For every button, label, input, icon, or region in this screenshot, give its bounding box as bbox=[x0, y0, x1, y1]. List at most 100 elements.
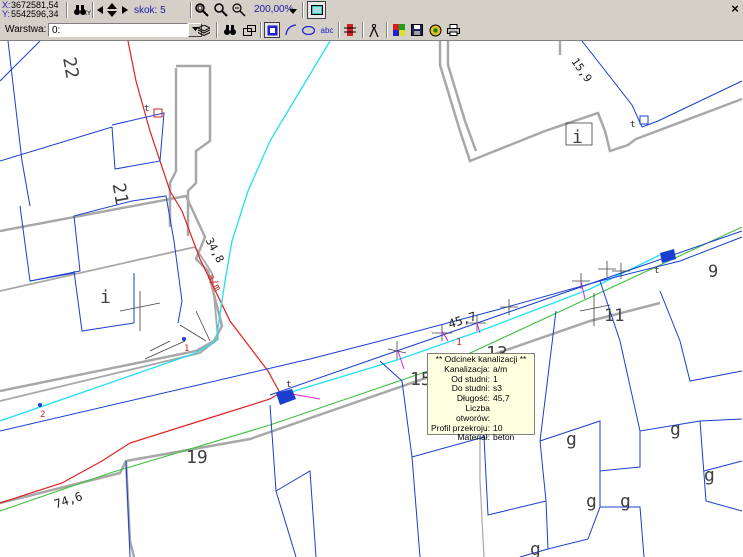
y-coord-label: Y: bbox=[2, 9, 11, 19]
well-tag-t4: t bbox=[654, 266, 659, 276]
sewer-segment-tooltip: ** Odcinek kanalizacji ** Kanalizacja: a/… bbox=[427, 353, 535, 442]
sewer-type-label: a/m bbox=[205, 272, 223, 293]
ellipse-tool-button[interactable] bbox=[300, 22, 316, 38]
water-line bbox=[0, 41, 331, 422]
map-canvas[interactable]: 22 21 19 15 13 11 9 i i 34,8 a/m 15,9 45… bbox=[0, 41, 743, 557]
measure-tool-button[interactable] bbox=[342, 22, 358, 38]
well-number-1: 1 bbox=[184, 344, 189, 354]
zoom-out-icon bbox=[232, 3, 246, 17]
tooltip-value: beton bbox=[493, 432, 515, 443]
separator bbox=[66, 2, 68, 18]
arrow-right-icon bbox=[122, 6, 128, 14]
map-view-button[interactable] bbox=[307, 1, 326, 19]
compass-tool-button[interactable] bbox=[366, 22, 382, 38]
step-right-button[interactable] bbox=[120, 2, 130, 18]
layer-select[interactable]: 0: bbox=[48, 23, 188, 37]
compass-icon bbox=[369, 23, 379, 37]
tooltip-row: Liczba otworów: bbox=[430, 402, 532, 424]
binoculars-icon bbox=[224, 25, 236, 35]
text-tool-button[interactable]: abc bbox=[318, 22, 336, 38]
measure-icon bbox=[344, 24, 356, 36]
layers-button[interactable] bbox=[196, 22, 212, 38]
sewer-line bbox=[0, 41, 281, 504]
y-coord-value: 5542596,34 bbox=[11, 9, 59, 19]
save-icon bbox=[411, 24, 423, 36]
garage-label-5: g bbox=[620, 491, 631, 512]
separator bbox=[216, 22, 218, 38]
garage-label-1: g bbox=[566, 429, 577, 450]
find-object-button[interactable] bbox=[222, 22, 238, 38]
xy-label: XY bbox=[83, 11, 92, 17]
separator bbox=[362, 22, 364, 38]
palette-icon bbox=[393, 24, 405, 36]
well-number-2: 2 bbox=[40, 410, 45, 420]
colors-button[interactable] bbox=[391, 22, 407, 38]
separator bbox=[302, 2, 304, 18]
arc-tool-button[interactable] bbox=[283, 22, 299, 38]
zoom-out-button[interactable] bbox=[231, 2, 247, 18]
arrow-left-icon bbox=[97, 6, 103, 14]
step-size-label[interactable]: skok: 5 bbox=[134, 2, 166, 18]
top-toolbar: X:3672581,54 Y:5542596,34 XY skok: 5 200… bbox=[0, 0, 743, 22]
zoom-in-icon bbox=[214, 3, 228, 17]
step-updown-button[interactable] bbox=[106, 2, 118, 18]
tooltip-value: 45,7 bbox=[493, 393, 510, 404]
layers-icon bbox=[198, 24, 210, 36]
parcel-boundaries bbox=[0, 41, 743, 557]
close-button[interactable]: × bbox=[729, 2, 741, 16]
zoom-in-button[interactable] bbox=[213, 2, 229, 18]
manholes bbox=[38, 108, 676, 407]
coordinates-readout: X:3672581,54 Y:5542596,34 bbox=[2, 1, 66, 19]
zoom-window-button[interactable] bbox=[194, 2, 210, 18]
well-tag-t1: t bbox=[144, 104, 149, 114]
parcel-label-19: 19 bbox=[186, 447, 208, 468]
rectangle-icon bbox=[242, 24, 256, 36]
garage-label-3: g bbox=[704, 465, 715, 486]
building-label-i1: i bbox=[100, 287, 111, 308]
tooltip-key: Materiał: bbox=[457, 432, 490, 443]
select-icon bbox=[267, 25, 277, 35]
tooltip-row: Materiał: beton bbox=[430, 433, 532, 443]
garage-label-4: g bbox=[586, 491, 597, 512]
length-label-15-9: 15,9 bbox=[569, 56, 595, 85]
tooltip-key: Liczba otworów: bbox=[455, 402, 490, 423]
separator bbox=[260, 22, 262, 38]
find-xy-button[interactable]: XY bbox=[70, 2, 92, 18]
chevron-down-icon bbox=[289, 8, 297, 14]
save-button[interactable] bbox=[409, 22, 425, 38]
select-tool-button[interactable] bbox=[264, 22, 280, 38]
parcel-label-22: 22 bbox=[58, 55, 82, 80]
separator bbox=[386, 22, 388, 38]
length-label-74-6: 74,6 bbox=[52, 489, 84, 511]
ellipse-icon bbox=[301, 25, 315, 35]
print-icon bbox=[446, 24, 460, 36]
layer-label: Warstwa: bbox=[5, 24, 47, 35]
map-drawing[interactable]: 22 21 19 15 13 11 9 i i 34,8 a/m 15,9 45… bbox=[0, 41, 743, 557]
separator bbox=[190, 2, 192, 18]
tie-number-1: 1 bbox=[456, 337, 462, 348]
step-left-button[interactable] bbox=[95, 2, 105, 18]
zoom-window-icon bbox=[195, 3, 209, 17]
parcel-label-11: 11 bbox=[604, 306, 624, 326]
survey-crosses bbox=[119, 261, 630, 360]
web-button[interactable] bbox=[427, 22, 443, 38]
length-label-34-8: 34,8 bbox=[203, 235, 227, 265]
arrow-up-down-icon bbox=[107, 3, 117, 17]
print-button[interactable] bbox=[445, 22, 461, 38]
garage-label-6: g bbox=[530, 539, 541, 557]
building-outlines bbox=[0, 41, 743, 557]
parcel-label-21: 21 bbox=[108, 181, 132, 206]
tooltip-value bbox=[493, 404, 532, 424]
tooltip-value: a/m bbox=[493, 363, 508, 374]
separator bbox=[338, 22, 340, 38]
separator bbox=[92, 2, 94, 18]
layer-toolbar: Warstwa: 0: abc bbox=[0, 21, 743, 41]
well-tag-t2: t bbox=[630, 120, 635, 130]
zoom-dropdown-button[interactable] bbox=[288, 3, 298, 19]
map-view-icon bbox=[310, 5, 323, 15]
parcel-label-9: 9 bbox=[708, 262, 718, 282]
map-text: 22 21 19 15 13 11 9 i i 34,8 a/m 15,9 45… bbox=[40, 55, 718, 557]
globe-icon bbox=[429, 24, 441, 36]
rectangle-tool-button[interactable] bbox=[241, 22, 257, 38]
well-tag-t3: t bbox=[286, 380, 291, 390]
